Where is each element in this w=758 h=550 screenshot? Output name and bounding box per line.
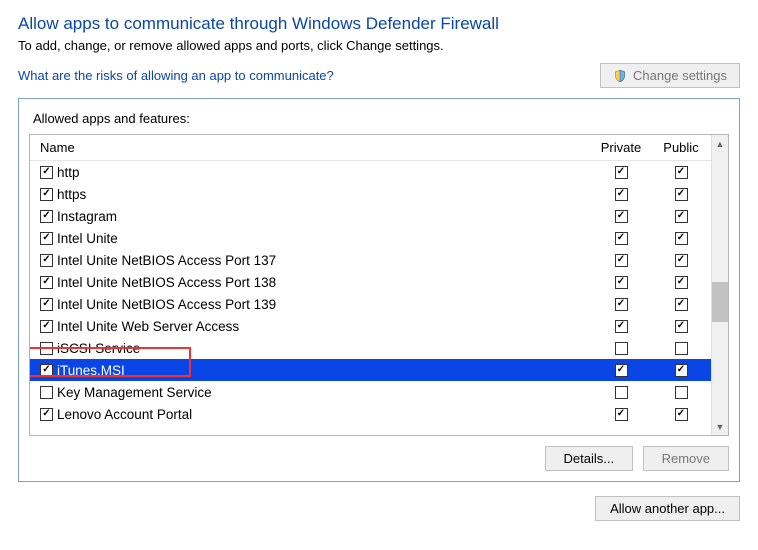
checkbox[interactable]: ✓ xyxy=(675,276,688,289)
checkbox[interactable]: ✓ xyxy=(40,298,53,311)
shield-icon xyxy=(613,69,627,83)
scrollbar[interactable]: ▲ ▼ xyxy=(711,135,728,435)
list-row[interactable]: ✓ Intel Unite NetBIOS Access Port 139 ✓ ✓ xyxy=(30,293,711,315)
change-settings-button[interactable]: Change settings xyxy=(600,63,740,88)
checkbox[interactable]: ✓ xyxy=(40,166,53,179)
list-row[interactable]: ✓ Intel Unite ✓ ✓ xyxy=(30,227,711,249)
row-name-label: Intel Unite NetBIOS Access Port 138 xyxy=(57,275,276,290)
checkbox[interactable]: ✓ xyxy=(40,364,53,377)
risk-link[interactable]: What are the risks of allowing an app to… xyxy=(18,68,334,83)
checkbox[interactable]: ✓ xyxy=(675,232,688,245)
list-row[interactable]: ✓ https ✓ ✓ xyxy=(30,183,711,205)
checkbox[interactable]: ✓ xyxy=(615,276,628,289)
allowed-apps-group: Allowed apps and features: Name Private … xyxy=(18,98,740,482)
checkbox[interactable] xyxy=(675,342,688,355)
checkbox[interactable]: ✓ xyxy=(615,320,628,333)
row-name-label: Intel Unite Web Server Access xyxy=(57,319,239,334)
row-name-label: Intel Unite NetBIOS Access Port 139 xyxy=(57,297,276,312)
checkbox[interactable]: ✓ xyxy=(40,254,53,267)
checkbox[interactable]: ✓ xyxy=(40,408,53,421)
checkbox[interactable]: ✓ xyxy=(615,408,628,421)
checkbox[interactable]: ✓ xyxy=(40,320,53,333)
scroll-track[interactable] xyxy=(712,152,728,418)
row-name-label: https xyxy=(57,187,86,202)
checkbox[interactable] xyxy=(40,386,53,399)
checkbox[interactable]: ✓ xyxy=(615,364,628,377)
checkbox[interactable]: ✓ xyxy=(615,254,628,267)
list-row[interactable]: ✓ Instagram ✓ ✓ xyxy=(30,205,711,227)
group-label: Allowed apps and features: xyxy=(33,111,729,126)
list-row[interactable]: Key Management Service xyxy=(30,381,711,403)
row-name-label: Lenovo Account Portal xyxy=(57,407,192,422)
checkbox[interactable] xyxy=(615,386,628,399)
checkbox[interactable]: ✓ xyxy=(615,210,628,223)
list-row[interactable]: ✓ Intel Unite Web Server Access ✓ ✓ xyxy=(30,315,711,337)
col-header-private[interactable]: Private xyxy=(591,135,651,160)
checkbox[interactable] xyxy=(40,342,53,355)
list-row[interactable]: ✓ Intel Unite NetBIOS Access Port 137 ✓ ✓ xyxy=(30,249,711,271)
checkbox[interactable]: ✓ xyxy=(615,166,628,179)
checkbox[interactable]: ✓ xyxy=(675,364,688,377)
checkbox[interactable]: ✓ xyxy=(40,188,53,201)
row-name-label: Intel Unite NetBIOS Access Port 137 xyxy=(57,253,276,268)
checkbox[interactable]: ✓ xyxy=(40,232,53,245)
list-row[interactable]: ✓ iTunes.MSI ✓ ✓ xyxy=(30,359,711,381)
list-row[interactable]: iSCSI Service xyxy=(30,337,711,359)
allowed-apps-list[interactable]: Name Private Public ✓ http ✓ ✓ ✓ https ✓ ✓ ✓ Inst… xyxy=(29,134,729,436)
scroll-up-arrow-icon[interactable]: ▲ xyxy=(712,135,728,152)
checkbox[interactable]: ✓ xyxy=(615,298,628,311)
checkbox[interactable]: ✓ xyxy=(675,210,688,223)
page-title: Allow apps to communicate through Window… xyxy=(18,14,740,34)
checkbox[interactable]: ✓ xyxy=(675,320,688,333)
row-name-label: iSCSI Service xyxy=(57,341,140,356)
checkbox[interactable]: ✓ xyxy=(615,232,628,245)
checkbox[interactable]: ✓ xyxy=(675,408,688,421)
row-name-label: Instagram xyxy=(57,209,117,224)
col-header-public[interactable]: Public xyxy=(651,135,711,160)
checkbox[interactable]: ✓ xyxy=(675,188,688,201)
checkbox[interactable]: ✓ xyxy=(675,254,688,267)
list-row[interactable]: ✓ http ✓ ✓ xyxy=(30,161,711,183)
details-button[interactable]: Details... xyxy=(545,446,634,471)
checkbox[interactable]: ✓ xyxy=(675,298,688,311)
page-description: To add, change, or remove allowed apps a… xyxy=(18,38,740,53)
checkbox[interactable]: ✓ xyxy=(675,166,688,179)
list-header: Name Private Public xyxy=(30,135,711,161)
checkbox[interactable] xyxy=(675,386,688,399)
remove-button[interactable]: Remove xyxy=(643,446,729,471)
col-header-name[interactable]: Name xyxy=(30,135,591,160)
checkbox[interactable] xyxy=(615,342,628,355)
checkbox[interactable]: ✓ xyxy=(40,210,53,223)
scroll-down-arrow-icon[interactable]: ▼ xyxy=(712,418,728,435)
row-name-label: iTunes.MSI xyxy=(57,363,125,378)
checkbox[interactable]: ✓ xyxy=(40,276,53,289)
list-row[interactable]: ✓ Intel Unite NetBIOS Access Port 138 ✓ ✓ xyxy=(30,271,711,293)
row-name-label: Key Management Service xyxy=(57,385,212,400)
list-row[interactable]: ✓ Lenovo Account Portal ✓ ✓ xyxy=(30,403,711,425)
allow-another-app-button[interactable]: Allow another app... xyxy=(595,496,740,521)
row-name-label: Intel Unite xyxy=(57,231,118,246)
change-settings-label: Change settings xyxy=(633,68,727,83)
scroll-thumb[interactable] xyxy=(712,282,728,322)
row-name-label: http xyxy=(57,165,80,180)
checkbox[interactable]: ✓ xyxy=(615,188,628,201)
